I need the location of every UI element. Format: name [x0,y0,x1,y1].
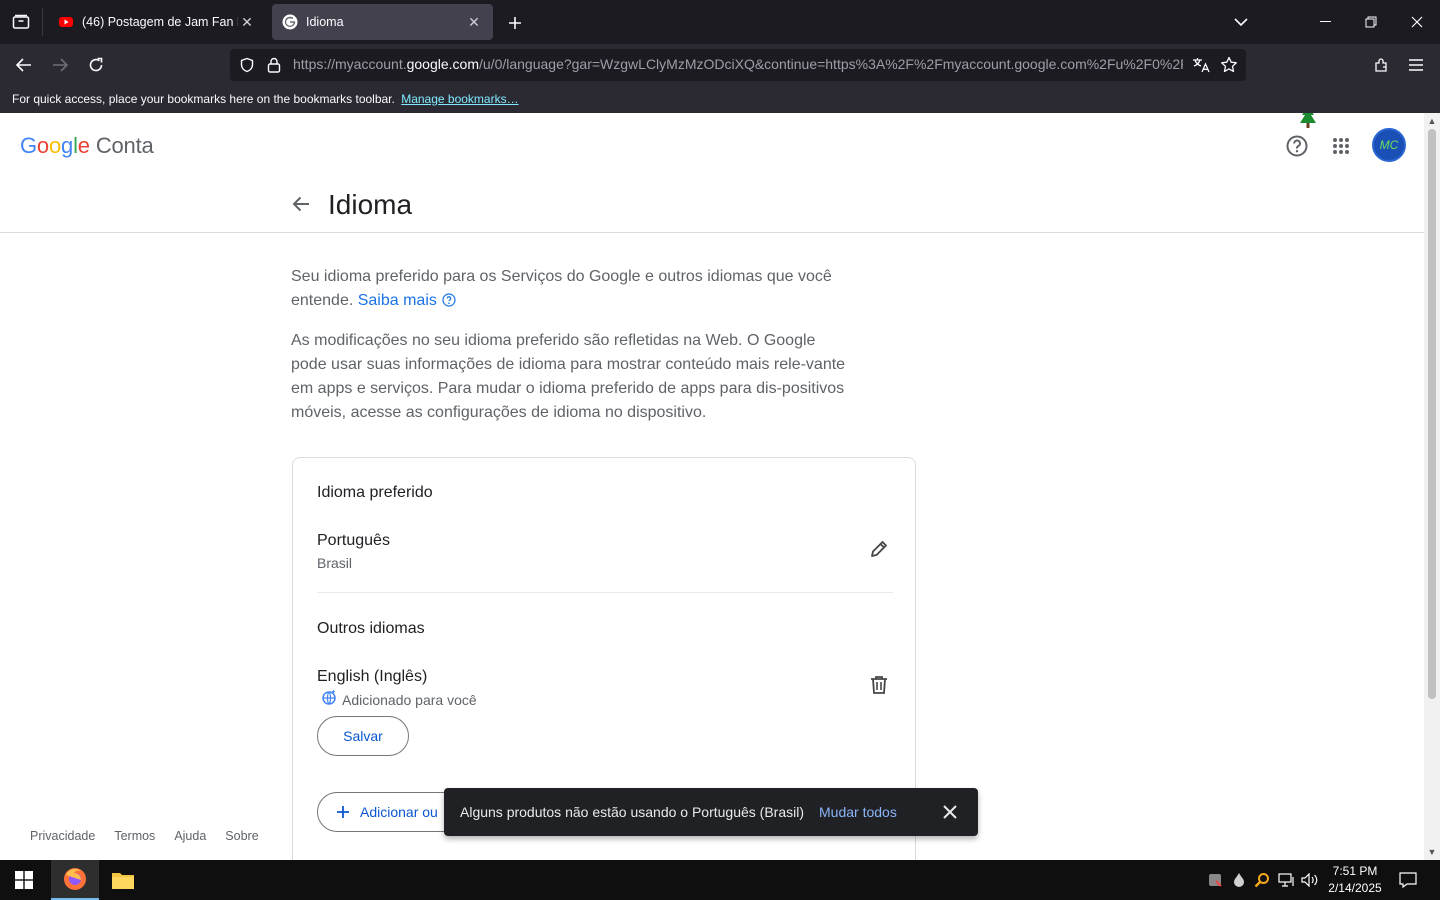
tab-list-icon[interactable] [0,0,42,44]
scroll-up-icon[interactable]: ▲ [1427,116,1437,126]
volume-icon[interactable] [1300,870,1320,890]
help-circle-icon [442,293,456,307]
google-icon [282,14,298,30]
info-text: As modificações no seu idioma preferido … [291,332,846,421]
bookmarks-hint: For quick access, place your bookmarks h… [12,92,395,106]
snackbar-message: Alguns produtos não estão usando o Portu… [460,804,804,820]
url-text: https://myaccount.google.com/u/0/languag… [293,56,1183,72]
snackbar: Alguns produtos não estão usando o Portu… [444,788,978,836]
tray-app-icon[interactable] [1205,870,1225,890]
help-icon[interactable] [1284,133,1310,159]
change-all-button[interactable]: Mudar todos [819,804,897,820]
tab-title: Idioma [306,15,344,29]
clock-date: 2/14/2025 [1328,881,1382,895]
plus-icon [337,806,349,818]
scroll-down-icon[interactable]: ▼ [1427,847,1437,857]
reload-icon[interactable] [82,51,110,79]
browser-tab-strip: (46) Postagem de Jam Fan Prod ✕ Idioma ✕ [0,0,1440,44]
page-content: Google Conta MC Idioma Seu idioma preferi… [0,113,1424,860]
browser-toolbar: https://myaccount.google.com/u/0/languag… [0,44,1440,86]
learn-more-link[interactable]: Saiba mais [358,292,457,309]
lock-icon[interactable] [267,57,281,73]
footer-links: Privacidade Termos Ajuda Sobre [30,829,278,843]
tab-title: (46) Postagem de Jam Fan Prod [82,15,238,29]
windows-start-icon[interactable] [0,860,48,900]
about-link[interactable]: Sobre [225,829,258,843]
privacy-link[interactable]: Privacidade [30,829,95,843]
tab-separator [42,8,43,36]
forward-icon[interactable] [46,51,74,79]
droplet-icon[interactable] [1230,870,1248,890]
file-explorer-icon[interactable] [99,860,147,900]
google-account-logo[interactable]: Google Conta [20,133,154,159]
auto-added-note: Adicionado para você [321,689,477,708]
delete-trash-icon[interactable] [867,673,891,697]
preferred-language-heading: Idioma preferido [317,484,433,501]
other-language-name: English (Inglês) [317,668,428,685]
globe-sparkle-icon [322,689,336,705]
page-title: Idioma [328,189,413,220]
minimize-icon[interactable] [1302,0,1348,44]
restore-icon[interactable] [1348,0,1394,44]
cursor-tree-icon [1300,113,1316,128]
divider [317,592,893,593]
system-clock[interactable]: 7:51 PM 2/14/2025 [1322,863,1388,897]
save-button[interactable]: Salvar [317,716,409,756]
manage-bookmarks-link[interactable]: Manage bookmarks… [401,92,518,106]
new-tab-icon[interactable] [502,10,528,36]
translate-icon[interactable] [1192,57,1210,73]
scroll-thumb[interactable] [1428,129,1436,699]
clock-time: 7:51 PM [1332,864,1378,878]
close-snackbar-icon[interactable] [938,800,962,824]
back-arrow-icon[interactable] [288,191,314,217]
hamburger-menu-icon[interactable] [1402,51,1430,79]
back-icon[interactable] [10,51,38,79]
preferred-language-name: Português [317,532,390,549]
notifications-icon[interactable] [1396,870,1420,890]
address-bar[interactable]: https://myaccount.google.com/u/0/languag… [230,49,1246,81]
chevron-down-icon[interactable] [1228,10,1254,34]
tab-idioma[interactable]: Idioma ✕ [272,4,493,40]
apps-grid-icon[interactable] [1328,133,1354,159]
close-tab-icon[interactable]: ✕ [238,13,256,31]
intro-text: Seu idioma preferido para os Serviços do… [291,268,832,309]
edit-pencil-icon[interactable] [867,537,891,561]
youtube-icon [59,17,73,27]
window-controls [1302,0,1440,44]
avatar[interactable]: MC [1372,128,1406,162]
bookmark-star-icon[interactable] [1220,56,1238,74]
close-tab-icon[interactable]: ✕ [465,13,483,31]
extensions-icon[interactable] [1367,51,1395,79]
terms-link[interactable]: Termos [114,829,155,843]
close-window-icon[interactable] [1394,0,1440,44]
help-link[interactable]: Ajuda [174,829,206,843]
tab-youtube[interactable]: (46) Postagem de Jam Fan Prod ✕ [48,4,266,40]
network-icon[interactable] [1277,870,1297,890]
preferred-language-region: Brasil [317,555,353,571]
firefox-icon[interactable] [51,860,99,900]
other-languages-heading: Outros idiomas [317,620,425,637]
bookmarks-toolbar: For quick access, place your bookmarks h… [0,86,1440,113]
page-scrollbar[interactable]: ▲ ▼ [1424,113,1440,860]
search-magnifier-icon[interactable] [1253,870,1271,890]
page-title-bar: Idioma [0,175,1424,233]
shield-icon[interactable] [239,57,255,73]
taskbar: 7:51 PM 2/14/2025 [0,860,1440,900]
